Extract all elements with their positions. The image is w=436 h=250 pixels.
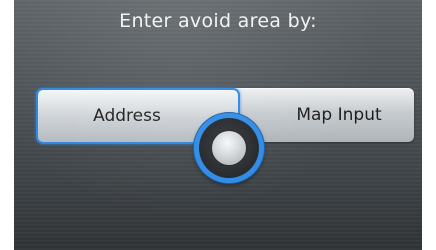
dial-ring [199, 118, 259, 178]
interface-dial-icon [194, 113, 264, 183]
nav-screen: Enter avoid area by: Address Map Input [14, 0, 422, 250]
dial-center [212, 131, 246, 165]
map-input-button[interactable]: Map Input [264, 88, 414, 142]
page-title: Enter avoid area by: [119, 10, 317, 32]
